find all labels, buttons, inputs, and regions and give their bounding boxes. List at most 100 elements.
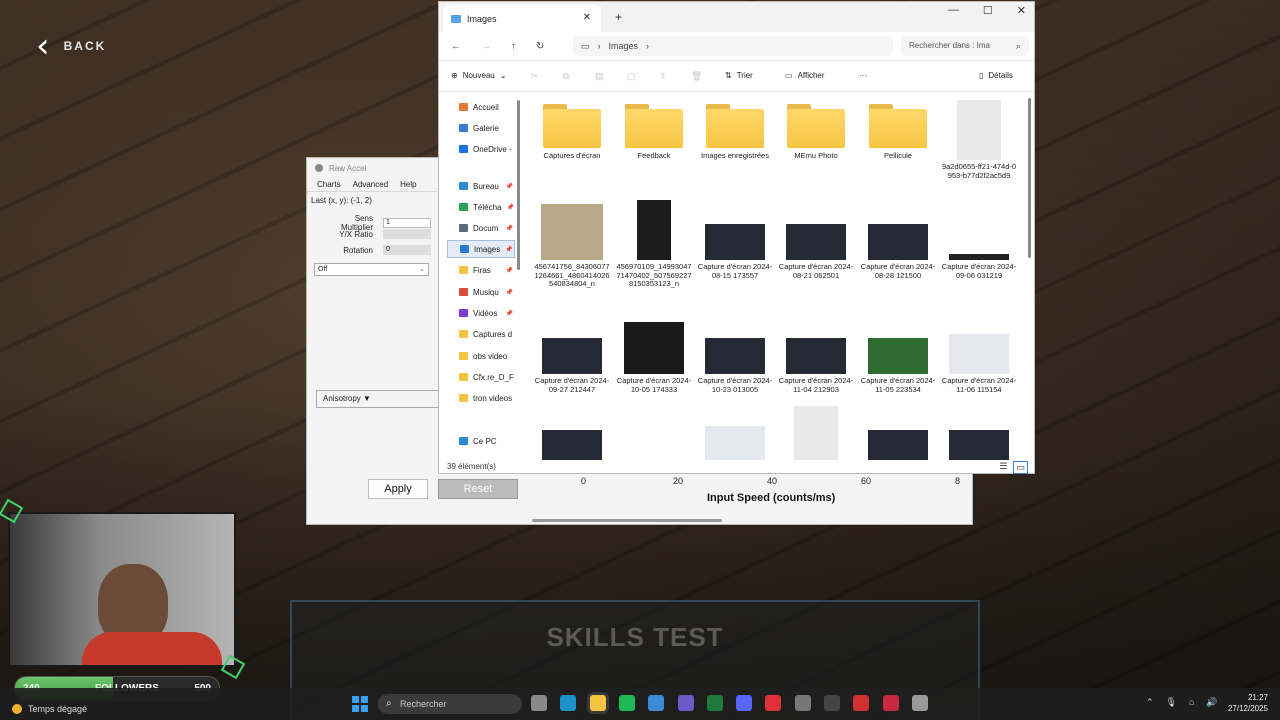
nav-item[interactable]: OneDrive - xyxy=(447,140,515,158)
refresh-icon[interactable]: ↻ xyxy=(536,41,544,52)
teams-icon[interactable] xyxy=(677,695,694,711)
file-item[interactable] xyxy=(940,402,1018,460)
tab-images[interactable]: Images ✕ xyxy=(443,5,601,32)
file-item[interactable] xyxy=(777,402,855,460)
spotify-icon[interactable] xyxy=(618,695,635,711)
file-item[interactable]: Capture d'écran 2024-08-15 173557 xyxy=(696,196,774,280)
excel-icon[interactable] xyxy=(706,695,723,711)
file-item[interactable] xyxy=(615,402,693,460)
discord-icon[interactable] xyxy=(736,695,753,711)
yx-ratio-input[interactable] xyxy=(383,229,431,239)
app-gray-icon[interactable] xyxy=(911,695,928,711)
folder-item[interactable]: Feedback xyxy=(615,96,693,161)
back-button[interactable]: ‹ BACK xyxy=(36,29,106,63)
chevron-up-icon[interactable]: ⌃ xyxy=(1146,697,1154,708)
folder-item[interactable]: Pellicule xyxy=(859,96,937,161)
network-icon[interactable]: ⌂ xyxy=(1189,697,1194,708)
up-arrow-icon[interactable]: ↑ xyxy=(511,41,516,52)
file-item[interactable] xyxy=(859,402,937,460)
file-item[interactable]: Capture d'écran 2024-09-27 212447 xyxy=(533,310,611,394)
file-item[interactable]: Capture d'écran 2024-10-23 013005 xyxy=(696,310,774,394)
file-item[interactable]: Capture d'écran 2024-09-06 031219 xyxy=(940,196,1018,280)
anisotropy-button[interactable]: Anisotropy ▼ xyxy=(316,390,441,408)
nav-item[interactable]: Télécha 📌 xyxy=(447,198,515,216)
menu-advanced[interactable]: Advanced xyxy=(353,180,389,189)
details-button[interactable]: ▯ Détails xyxy=(979,71,1013,80)
file-item[interactable]: 9a2d0655-ff21-474d-0953-b77d2f2ac5d9 xyxy=(940,96,1018,180)
share-icon[interactable]: ⇪ xyxy=(659,71,667,82)
terminal-icon[interactable] xyxy=(824,695,840,711)
edge-icon[interactable] xyxy=(560,695,577,711)
forward-arrow-icon[interactable]: → xyxy=(481,41,491,52)
address-bar[interactable]: ▭ › Images › xyxy=(573,36,893,56)
delete-icon[interactable]: 🗑 xyxy=(691,71,702,82)
file-item[interactable]: Capture d'écran 2024-08-21 062501 xyxy=(777,196,855,280)
store-icon[interactable] xyxy=(648,695,665,711)
accel-mode-select[interactable]: Off ⌄ xyxy=(314,263,429,276)
menu-charts[interactable]: Charts xyxy=(317,180,341,189)
sort-button[interactable]: ⇅ Trier xyxy=(725,71,753,80)
taskbar-search[interactable]: ⌕ Rechercher xyxy=(378,694,522,714)
file-item[interactable]: 456970109_1499304771470402_5075692278150… xyxy=(615,196,693,289)
file-item[interactable] xyxy=(696,402,774,460)
nav-item[interactable]: Docum 📌 xyxy=(447,219,515,237)
more-options-button[interactable]: ··· xyxy=(859,71,867,80)
horizontal-scrollbar[interactable] xyxy=(532,519,722,522)
speaker-icon[interactable]: 🔊 xyxy=(1206,697,1217,708)
task-view-icon[interactable] xyxy=(531,695,547,711)
breadcrumb[interactable]: Images xyxy=(609,41,639,51)
close-icon[interactable]: ✕ xyxy=(583,12,591,23)
app-red2-icon[interactable] xyxy=(882,695,899,711)
nav-item[interactable]: obs video xyxy=(447,347,515,365)
nav-item[interactable]: Captures d xyxy=(447,325,515,343)
close-window-button[interactable]: ✕ xyxy=(1017,4,1026,17)
file-item[interactable] xyxy=(533,402,611,460)
view-button[interactable]: ▭ Afficher xyxy=(785,71,825,80)
file-item[interactable]: Capture d'écran 2024-11-06 115154 xyxy=(940,310,1018,394)
copy-icon[interactable]: ⧉ xyxy=(563,71,569,82)
sens-multiplier-input[interactable]: 1 xyxy=(383,218,431,228)
rename-icon[interactable]: ▢ xyxy=(627,71,636,82)
microphone-icon[interactable]: 🎙 xyxy=(1166,697,1177,708)
list-view-icon[interactable]: ☰ xyxy=(999,461,1007,474)
weather-widget[interactable]: Temps dégagé xyxy=(12,704,87,714)
nav-item[interactable]: Accueil xyxy=(447,98,515,116)
nav-item[interactable]: Cfx.re_D_F xyxy=(447,368,515,386)
reset-button[interactable]: Reset xyxy=(438,479,518,499)
steam-icon[interactable] xyxy=(794,695,811,711)
file-item[interactable]: Capture d'écran 2024-10-05 174333 xyxy=(615,310,693,394)
nav-item[interactable]: Firas 📌 xyxy=(447,261,515,279)
file-item[interactable]: Capture d'écran 2024-11-05 223534 xyxy=(859,310,937,394)
menu-help[interactable]: Help xyxy=(400,180,416,189)
nav-item[interactable]: Musiqu 📌 xyxy=(447,283,515,301)
folder-item[interactable]: MEmu Photo xyxy=(777,96,855,161)
nav-scrollbar[interactable] xyxy=(517,100,520,270)
back-arrow-icon[interactable]: ← xyxy=(451,41,461,52)
content-scrollbar[interactable] xyxy=(1028,98,1031,258)
clock[interactable]: 21:27 27/12/2025 xyxy=(1228,692,1268,714)
minimize-button[interactable]: — xyxy=(948,4,959,17)
apply-button[interactable]: Apply xyxy=(368,479,428,499)
maximize-button[interactable]: ☐ xyxy=(983,4,993,17)
folder-item[interactable]: Captures d'écran xyxy=(533,96,611,161)
new-tab-button[interactable]: + xyxy=(615,10,622,24)
app-red-icon[interactable] xyxy=(853,695,870,711)
nav-item[interactable]: Bureau 📌 xyxy=(447,177,515,195)
new-button[interactable]: ⊕ Nouveau ⌄ xyxy=(451,71,506,80)
nav-item[interactable]: Galerie xyxy=(447,119,515,137)
valorant-icon[interactable] xyxy=(765,695,782,711)
tile-view-icon[interactable]: ▭ xyxy=(1013,461,1028,474)
nav-item[interactable]: Vidéos 📌 xyxy=(447,304,515,322)
nav-item[interactable]: Images 📌 xyxy=(447,240,515,258)
folder-item[interactable]: Images enregistrées xyxy=(696,96,774,161)
search-input[interactable]: Rechercher dans : Ima ⌕ xyxy=(901,36,1029,56)
rotation-input[interactable]: 0 xyxy=(383,245,431,255)
paste-icon[interactable]: ▤ xyxy=(595,71,604,82)
start-button[interactable] xyxy=(352,696,368,712)
file-item[interactable]: 456741756_843060771264661_48604140265408… xyxy=(533,196,611,289)
nav-item[interactable]: tron videos xyxy=(447,389,515,407)
file-explorer-icon[interactable] xyxy=(589,695,606,711)
file-item[interactable]: Capture d'écran 2024-11-04 212903 xyxy=(777,310,855,394)
cut-icon[interactable]: ✂ xyxy=(531,71,539,82)
file-item[interactable]: Capture d'écran 2024-08-28 121500 xyxy=(859,196,937,280)
